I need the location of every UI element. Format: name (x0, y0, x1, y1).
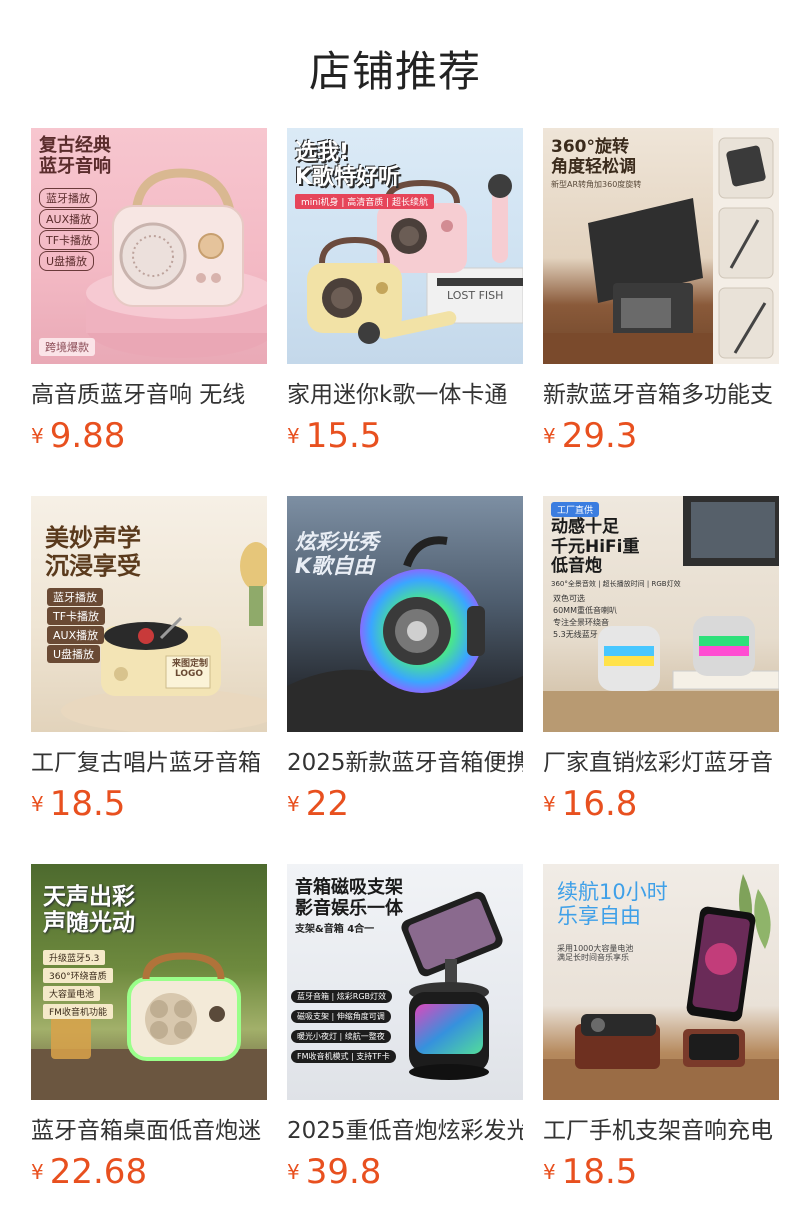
image-headline: 天声出彩 声随光动 (43, 884, 135, 937)
currency-symbol: ¥ (543, 1160, 556, 1184)
image-tag: 升级蓝牙5.3 (43, 950, 106, 965)
product-image[interactable]: 音箱磁吸支架 影音娱乐一体 支架&音箱 4合一 蓝牙音箱 | 炫彩RGB灯效 磁… (287, 864, 523, 1100)
product-price: ¥22.68 (31, 1152, 147, 1192)
price-value: 39.8 (305, 1152, 382, 1192)
image-headline: 音箱磁吸支架 影音娱乐一体 (295, 877, 403, 919)
price-value: 22 (305, 784, 349, 824)
product-card[interactable]: 天声出彩 声随光动 升级蓝牙5.3 360°环绕音质 大容量电池 FM收音机功能… (31, 864, 267, 1232)
product-image[interactable]: 天声出彩 声随光动 升级蓝牙5.3 360°环绕音质 大容量电池 FM收音机功能 (31, 864, 267, 1100)
image-book-text: LOST FISH (447, 289, 504, 302)
image-badge: 跨境爆款 (39, 338, 95, 356)
image-bullet: 5.3无线蓝牙 (553, 630, 598, 639)
product-title[interactable]: 蓝牙音箱桌面低音炮迷 (31, 1116, 267, 1146)
product-card[interactable]: 炫彩光秀 K歌自由 2025新款蓝牙音箱便携 ¥22 (287, 496, 523, 864)
currency-symbol: ¥ (543, 792, 556, 816)
product-price: ¥15.5 (287, 416, 381, 456)
image-tag: TF卡播放 (39, 230, 100, 250)
product-price: ¥9.88 (31, 416, 125, 456)
product-image[interactable]: 360°旋转 角度轻松调 新型AR转角加360度旋转 (543, 128, 779, 364)
product-title[interactable]: 高音质蓝牙音响 无线 (31, 380, 267, 410)
price-value: 29.3 (561, 416, 638, 456)
image-bullet: 磁吸支架 | 伸缩角度可调 (291, 1010, 391, 1023)
image-headline: 美妙声学 沉浸享受 (45, 523, 141, 580)
product-price: ¥22 (287, 784, 349, 824)
product-title[interactable]: 厂家直销炫彩灯蓝牙音 (543, 748, 779, 778)
product-title[interactable]: 2025新款蓝牙音箱便携 (287, 748, 523, 778)
price-value: 16.8 (561, 784, 638, 824)
image-tag: AUX播放 (47, 626, 105, 644)
image-headline: 360°旋转 角度轻松调 (551, 137, 636, 177)
product-card[interactable]: 美妙声学 沉浸享受 蓝牙播放 TF卡播放 AUX播放 U盘播放 来图定制 LOG… (31, 496, 267, 864)
currency-symbol: ¥ (287, 1160, 300, 1184)
image-bullet: 60MM重低音喇叭 (553, 606, 617, 615)
product-grid: 复古经典 蓝牙音响 蓝牙播放 AUX播放 TF卡播放 U盘播放 跨境爆款 高音质… (31, 128, 779, 1232)
price-value: 18.5 (561, 1152, 638, 1192)
image-subtext: 360°全景音效 | 超长播放时间 | RGB灯效 (551, 580, 681, 588)
product-title[interactable]: 新款蓝牙音箱多功能支 (543, 380, 779, 410)
price-value: 18.5 (49, 784, 126, 824)
page-title: 店铺推荐 (308, 47, 481, 96)
product-card[interactable]: 360°旋转 角度轻松调 新型AR转角加360度旋转 新款蓝牙音箱多功能支 ¥2… (543, 128, 779, 496)
product-image[interactable]: 炫彩光秀 K歌自由 (287, 496, 523, 732)
image-headline: 动感十足 千元HiFi重 低音炮 (551, 517, 640, 577)
product-image[interactable]: 续航10小时 乐享自由 采用1000大容量电池 满足长时间音乐享乐 (543, 864, 779, 1100)
image-subtext: 采用1000大容量电池 满足长时间音乐享乐 (557, 944, 634, 963)
product-image[interactable]: 美妙声学 沉浸享受 蓝牙播放 TF卡播放 AUX播放 U盘播放 来图定制 LOG… (31, 496, 267, 732)
image-logo-box: 来图定制 LOGO (172, 659, 209, 680)
product-price: ¥29.3 (543, 416, 637, 456)
currency-symbol: ¥ (287, 424, 300, 448)
product-card[interactable]: 选我! K歌特好听 mini机身 | 高清音质 | 超长续航 LOST FISH… (287, 128, 523, 496)
image-tag: TF卡播放 (47, 607, 106, 625)
image-tag: 蓝牙播放 (39, 188, 97, 208)
product-price: ¥18.5 (31, 784, 125, 824)
product-price: ¥39.8 (287, 1152, 381, 1192)
image-subtext: 新型AR转角加360度旋转 (551, 180, 642, 189)
product-image[interactable]: 复古经典 蓝牙音响 蓝牙播放 AUX播放 TF卡播放 U盘播放 跨境爆款 (31, 128, 267, 364)
image-bullet: 暖光小夜灯 | 续航一整夜 (291, 1030, 391, 1043)
currency-symbol: ¥ (31, 424, 44, 448)
product-title[interactable]: 2025重低音炮炫彩发光 (287, 1116, 523, 1146)
currency-symbol: ¥ (31, 792, 44, 816)
product-card[interactable]: 工厂直供 动感十足 千元HiFi重 低音炮 360°全景音效 | 超长播放时间 … (543, 496, 779, 864)
product-title[interactable]: 工厂手机支架音响充电 (543, 1116, 779, 1146)
image-tag: FM收音机功能 (43, 1004, 113, 1019)
image-strip: mini机身 | 高清音质 | 超长续航 (295, 194, 434, 209)
price-value: 15.5 (305, 416, 382, 456)
product-title[interactable]: 家用迷你k歌一体卡通 (287, 380, 523, 410)
image-headline: 续航10小时 乐享自由 (557, 880, 668, 929)
image-headline: 复古经典 蓝牙音响 (39, 135, 111, 177)
image-headline: 选我! K歌特好听 (295, 140, 401, 191)
image-tag: AUX播放 (39, 209, 99, 229)
image-tag: 大容量电池 (43, 986, 101, 1001)
image-subtext: 支架&音箱 4合一 (295, 924, 375, 935)
price-value: 22.68 (49, 1152, 148, 1192)
product-card[interactable]: 续航10小时 乐享自由 采用1000大容量电池 满足长时间音乐享乐 工厂手机支架… (543, 864, 779, 1232)
currency-symbol: ¥ (287, 792, 300, 816)
image-headline: 炫彩光秀 K歌自由 (295, 530, 379, 579)
image-bullet: 专注全景环绕音 (553, 618, 609, 627)
product-card[interactable]: 复古经典 蓝牙音响 蓝牙播放 AUX播放 TF卡播放 U盘播放 跨境爆款 高音质… (31, 128, 267, 496)
image-bullet: 蓝牙音箱 | 炫彩RGB灯效 (291, 990, 393, 1003)
image-bullet: FM收音机模式 | 支持TF卡 (291, 1050, 396, 1063)
product-price: ¥16.8 (543, 784, 637, 824)
product-price: ¥18.5 (543, 1152, 637, 1192)
image-tag: U盘播放 (47, 645, 101, 663)
image-tag: 360°环绕音质 (43, 968, 113, 983)
image-tag: 蓝牙播放 (47, 588, 103, 606)
price-value: 9.88 (49, 416, 126, 456)
product-image[interactable]: 工厂直供 动感十足 千元HiFi重 低音炮 360°全景音效 | 超长播放时间 … (543, 496, 779, 732)
product-title[interactable]: 工厂复古唱片蓝牙音箱 (31, 748, 267, 778)
currency-symbol: ¥ (543, 424, 556, 448)
product-card[interactable]: 音箱磁吸支架 影音娱乐一体 支架&音箱 4合一 蓝牙音箱 | 炫彩RGB灯效 磁… (287, 864, 523, 1232)
image-top-tag: 工厂直供 (551, 502, 600, 517)
currency-symbol: ¥ (31, 1160, 44, 1184)
image-bullet: 双色可选 (553, 594, 585, 603)
image-tag: U盘播放 (39, 251, 95, 271)
product-image[interactable]: 选我! K歌特好听 mini机身 | 高清音质 | 超长续航 LOST FISH (287, 128, 523, 364)
